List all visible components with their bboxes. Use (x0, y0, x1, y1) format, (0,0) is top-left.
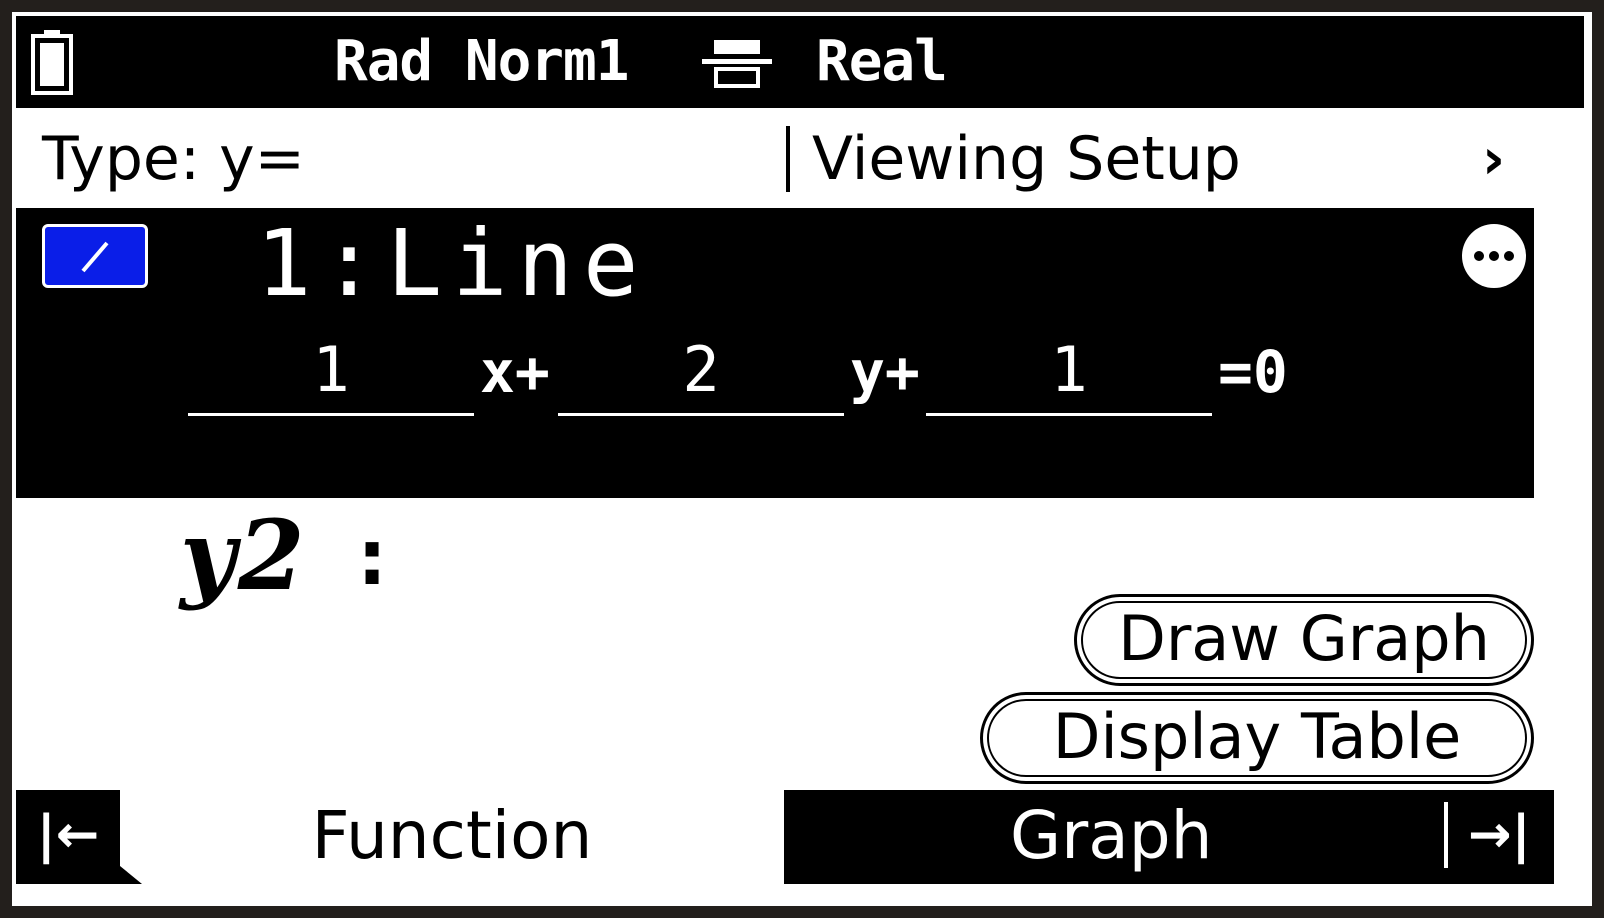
jump-left-icon[interactable]: |← (16, 790, 142, 884)
function-2-label[interactable]: y2 (180, 506, 307, 606)
function-type-selector[interactable]: Type: y= (42, 126, 305, 192)
x-plus-label: x+ (480, 338, 550, 406)
more-options-icon[interactable] (1462, 224, 1526, 288)
tab-function[interactable]: Function (122, 790, 782, 884)
jump-right-icon[interactable]: →| (1468, 790, 1531, 880)
button-outline (987, 699, 1527, 777)
equals-zero-label: =0 (1218, 338, 1288, 406)
divider (786, 126, 790, 192)
button-outline (1081, 601, 1527, 679)
calculator-screen: Rad Norm1 Real Type: y= Viewing Setup › … (0, 0, 1604, 918)
chevron-right-icon[interactable]: › (1482, 132, 1505, 188)
divider (1444, 802, 1448, 868)
function-2-colon: : (348, 510, 397, 603)
status-bar: Rad Norm1 Real (16, 16, 1584, 108)
function-title: 1:Line (256, 210, 649, 317)
type-row: Type: y= Viewing Setup › (16, 112, 1584, 208)
tab-graph-label: Graph (1010, 797, 1213, 874)
number-mode: Real (816, 29, 948, 94)
angle-display-mode: Rad Norm1 (334, 29, 629, 94)
display-format-icon (702, 40, 772, 88)
function-enable-checkbox[interactable] (42, 224, 148, 288)
coefficient-x-input[interactable]: 1 (188, 330, 474, 416)
battery-icon (31, 30, 73, 95)
draw-graph-button[interactable]: Draw Graph (1074, 594, 1534, 686)
function-row-1[interactable]: 1:Line 1 x+ 2 y+ 1 =0 (16, 208, 1534, 498)
tab-graph[interactable]: Graph →| (784, 790, 1554, 884)
constant-input[interactable]: 1 (926, 330, 1212, 416)
line-graph-icon (81, 241, 109, 273)
y-plus-label: y+ (850, 338, 920, 406)
display-table-button[interactable]: Display Table (980, 692, 1534, 784)
viewing-setup-button[interactable]: Viewing Setup (812, 126, 1241, 192)
coefficient-y-input[interactable]: 2 (558, 330, 844, 416)
